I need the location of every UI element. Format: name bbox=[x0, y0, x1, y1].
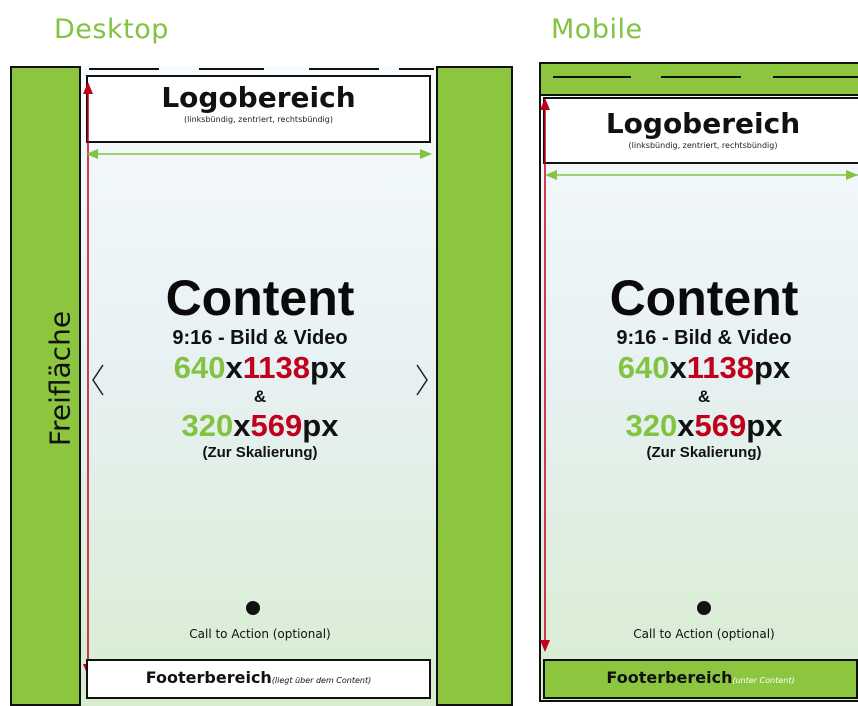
desktop-logo-area: Logobereich (linksbündig, zentriert, rec… bbox=[86, 75, 431, 143]
mobile-footer-note: (unter Content) bbox=[732, 676, 795, 685]
desktop-footer-area: Footerbereich(liegt über dem Content) bbox=[86, 659, 431, 699]
chevron-left-icon[interactable] bbox=[90, 363, 106, 397]
desktop-size-small: 320x569px bbox=[90, 408, 430, 444]
desktop-cta-dot-icon[interactable] bbox=[246, 601, 260, 615]
mobile-size-large-x: x bbox=[669, 350, 687, 385]
desktop-logo-title: Logobereich bbox=[161, 81, 356, 114]
desktop-scaling-note: (Zur Skalierung) bbox=[202, 444, 318, 461]
desktop-size-large-unit: px bbox=[310, 350, 347, 385]
mobile-footer-area: Footerbereich(unter Content) bbox=[543, 659, 858, 699]
mobile-size-small-height: 569 bbox=[694, 408, 747, 443]
mobile-footer-title: Footerbereich bbox=[606, 668, 733, 687]
desktop-footer-title: Footerbereich bbox=[145, 668, 272, 687]
desktop-size-small-unit: px bbox=[302, 408, 339, 443]
mobile-cta-label[interactable]: Call to Action (optional) bbox=[545, 627, 858, 641]
mobile-cta-dot-icon[interactable] bbox=[697, 601, 711, 615]
desktop-footer-note: (liegt über dem Content) bbox=[271, 676, 372, 685]
mobile-size-small-x: x bbox=[677, 408, 695, 443]
mobile-size-small-width: 320 bbox=[625, 408, 678, 443]
mobile-logo-subtitle: (linksbündig, zentriert, rechtsbündig) bbox=[628, 141, 778, 150]
desktop-logo-subtitle: (linksbündig, zentriert, rechtsbündig) bbox=[184, 115, 333, 124]
desktop-size-small-width: 320 bbox=[181, 408, 234, 443]
mobile-logo-title: Logobereich bbox=[605, 107, 801, 140]
desktop-size-large-x: x bbox=[225, 350, 243, 385]
desktop-size-small-x: x bbox=[233, 408, 251, 443]
mobile-logo-area: Logobereich (linksbündig, zentriert, rec… bbox=[543, 97, 858, 164]
desktop-aspect-line: 9:16 - Bild & Video bbox=[172, 327, 348, 349]
mobile-size-large-height: 1138 bbox=[686, 350, 755, 385]
desktop-size-large: 640x1138px bbox=[90, 350, 430, 386]
mobile-width-arrow bbox=[545, 170, 858, 180]
desktop-content-title: Content bbox=[165, 270, 355, 326]
mobile-scaling-note: (Zur Skalierung) bbox=[646, 444, 762, 461]
mobile-content-title: Content bbox=[609, 270, 799, 326]
mobile-size-large-unit: px bbox=[754, 350, 791, 385]
desktop-size-small-height: 569 bbox=[250, 408, 303, 443]
mobile-top-lines bbox=[553, 76, 858, 78]
mobile-content-block: Content 9:16 - Bild & Video 640x1138px &… bbox=[545, 270, 858, 462]
desktop-cta-label[interactable]: Call to Action (optional) bbox=[90, 627, 430, 641]
mobile-size-large: 640x1138px bbox=[545, 350, 858, 386]
mobile-ampersand: & bbox=[697, 387, 711, 406]
desktop-side-label: Freifläche bbox=[43, 310, 77, 447]
desktop-size-large-height: 1138 bbox=[242, 350, 311, 385]
desktop-size-large-width: 640 bbox=[173, 350, 226, 385]
mobile-size-large-width: 640 bbox=[617, 350, 670, 385]
desktop-content-block: Content 9:16 - Bild & Video 640x1138px &… bbox=[90, 270, 430, 462]
mobile-size-small: 320x569px bbox=[545, 408, 858, 444]
mobile-aspect-line: 9:16 - Bild & Video bbox=[616, 327, 792, 349]
desktop-ampersand: & bbox=[253, 387, 267, 406]
desktop-heading: Desktop bbox=[54, 14, 169, 45]
desktop-width-arrow bbox=[86, 149, 432, 159]
mobile-size-small-unit: px bbox=[746, 408, 783, 443]
mobile-heading: Mobile bbox=[551, 14, 643, 45]
chevron-right-icon[interactable] bbox=[414, 363, 430, 397]
